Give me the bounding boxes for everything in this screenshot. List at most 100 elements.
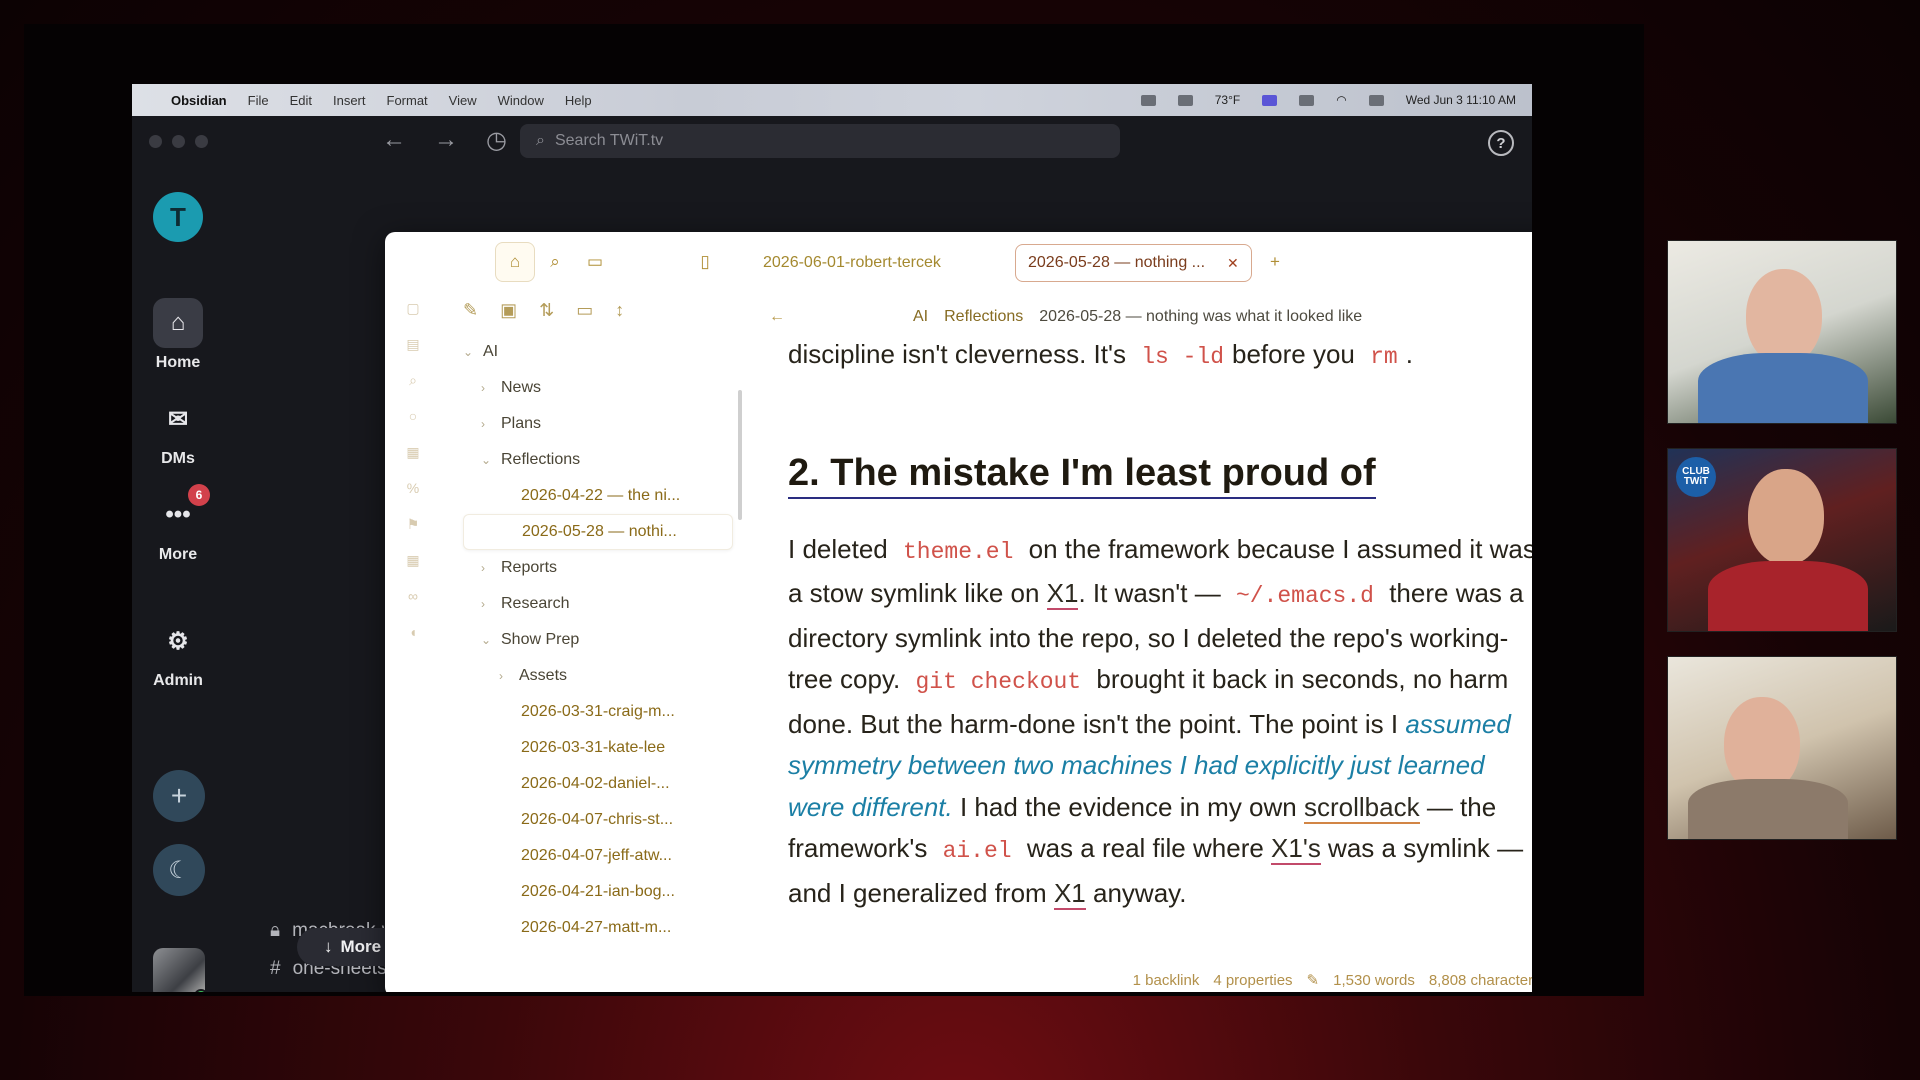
bookmark-tab-icon[interactable]: ▭ <box>575 242 615 282</box>
tree-folder-item[interactable]: › Assets <box>463 658 733 694</box>
zoom-window-button[interactable] <box>195 135 208 148</box>
chevron-down-icon[interactable]: ⌄ <box>481 633 501 647</box>
menu-file[interactable]: File <box>248 93 269 108</box>
chevron-down-icon[interactable]: ⌄ <box>481 453 501 467</box>
tree-folder-item[interactable]: ⌄ Reflections <box>463 442 733 478</box>
menu-help[interactable]: Help <box>565 93 592 108</box>
chevron-right-icon[interactable]: › <box>499 669 519 683</box>
tree-item-label: Reflections <box>501 451 581 468</box>
internal-link[interactable]: scrollback <box>1303 791 1420 824</box>
backlinks-count[interactable]: 1 backlink <box>1133 972 1200 989</box>
face-shape <box>1748 469 1824 565</box>
tree-folder-item[interactable]: › News <box>463 370 733 406</box>
percent-icon[interactable]: % <box>403 480 423 502</box>
sidebar-toggle-icon[interactable]: ▯ <box>685 242 725 282</box>
new-note-icon[interactable]: ✎ <box>463 300 478 321</box>
chevron-right-icon[interactable]: › <box>481 381 501 395</box>
chat-icon[interactable]: ○ <box>403 408 423 430</box>
chevron-right-icon[interactable]: › <box>481 561 501 575</box>
screen-mirror-icon[interactable] <box>1262 94 1278 106</box>
clock-datetime[interactable]: Wed Jun 3 11:10 AM <box>1406 93 1516 107</box>
menu-app-name[interactable]: Obsidian <box>171 93 227 108</box>
back-arrow-icon[interactable]: ← <box>769 308 785 326</box>
close-icon[interactable]: ✕ <box>1227 255 1239 272</box>
menu-view[interactable]: View <box>449 93 477 108</box>
tab-robert-tercek[interactable]: 2026-06-01-robert-tercek <box>763 244 941 282</box>
add-workspace-button[interactable]: + <box>153 770 205 822</box>
tree-file-item[interactable]: 2026-03-31-craig-m... <box>463 694 733 730</box>
cards-icon[interactable]: ▤ <box>403 336 423 358</box>
tree-file-item[interactable]: 2026-04-02-daniel-... <box>463 766 733 802</box>
twit-logo[interactable]: T <box>153 192 203 242</box>
chevron-down-icon[interactable]: ⌄ <box>1525 242 1532 282</box>
tree-folder-item[interactable]: ⌄ AI <box>463 334 733 370</box>
minimize-window-button[interactable] <box>172 135 185 148</box>
internal-link[interactable]: X1 <box>1046 578 1079 610</box>
close-window-button[interactable] <box>149 135 162 148</box>
user-avatar[interactable] <box>153 948 208 992</box>
note-content[interactable]: discipline isn't cleverness. It's ls -ld… <box>788 334 1532 914</box>
tree-folder-item[interactable]: › Research <box>463 586 733 622</box>
tree-item-label: 2026-04-07-chris-st... <box>521 811 674 828</box>
rail-more[interactable]: ••• 6 More <box>132 484 224 564</box>
properties-count[interactable]: 4 properties <box>1213 972 1292 989</box>
tree-file-item[interactable]: 2026-04-07-jeff-atw... <box>463 838 733 874</box>
tree-file-item[interactable]: 2026-05-28 — nothi... <box>463 514 733 550</box>
mic-icon[interactable]: ◖ <box>403 624 423 646</box>
expand-icon[interactable]: ↕ <box>615 300 624 321</box>
explorer-scrollbar[interactable] <box>738 390 742 520</box>
window-icon[interactable] <box>1177 94 1193 106</box>
menu-window[interactable]: Window <box>498 93 544 108</box>
breadcrumb-current[interactable]: 2026-05-28 — nothing was what it looked … <box>1039 308 1362 326</box>
menu-edit[interactable]: Edit <box>290 93 312 108</box>
internal-link[interactable]: X1 <box>1053 877 1086 910</box>
tree-file-item[interactable]: 2026-04-07-chris-st... <box>463 802 733 838</box>
search-icon[interactable]: ⌕ <box>403 372 423 394</box>
help-icon[interactable]: ? <box>1488 130 1514 156</box>
link-icon[interactable]: ∞ <box>403 588 423 610</box>
battery-icon[interactable] <box>1299 94 1315 106</box>
home-tab-icon[interactable]: ⌂ <box>495 242 535 282</box>
search-input[interactable]: ⌕ Search TWiT.tv <box>520 124 1120 158</box>
file-icon[interactable]: ▢ <box>403 300 423 322</box>
menu-insert[interactable]: Insert <box>333 93 366 108</box>
tree-folder-item[interactable]: ⌄ Show Prep <box>463 622 733 658</box>
tree-folder-item[interactable]: › Plans <box>463 406 733 442</box>
sort-icon[interactable]: ⇅ <box>539 300 554 321</box>
chevron-down-icon[interactable]: ⌄ <box>463 345 483 359</box>
tree-file-item[interactable]: 2026-04-27-matt-m... <box>463 910 733 946</box>
chevron-right-icon[interactable]: › <box>481 597 501 611</box>
search-tab-icon[interactable]: ⌕ <box>535 242 575 282</box>
new-folder-icon[interactable]: ▣ <box>500 300 517 321</box>
back-arrow-icon[interactable]: ← <box>382 126 406 155</box>
rail-dms[interactable]: ✉ DMs <box>132 394 224 468</box>
breadcrumb-item[interactable]: Reflections <box>944 308 1023 326</box>
tree-folder-item[interactable]: › Reports <box>463 550 733 586</box>
flag-icon[interactable]: ⚑ <box>403 516 423 538</box>
edit-pencil-icon[interactable]: ✎ <box>1307 971 1320 989</box>
tree-file-item[interactable]: 2026-03-31-kate-lee <box>463 730 733 766</box>
weather-temp[interactable]: 73°F <box>1215 93 1240 107</box>
wifi-icon[interactable]: ◠ <box>1336 93 1346 107</box>
menu-format[interactable]: Format <box>387 93 428 108</box>
grid-icon[interactable]: ▦ <box>403 552 423 574</box>
text: . It wasn't — <box>1078 578 1221 608</box>
history-clock-icon[interactable]: ◷ <box>486 126 507 155</box>
tree-file-item[interactable]: 2026-04-22 — the ni... <box>463 478 733 514</box>
internal-link[interactable]: X1's <box>1271 833 1321 865</box>
rail-home[interactable]: ⌂ Home <box>132 298 224 372</box>
text: . <box>1405 339 1413 369</box>
rail-admin[interactable]: ⚙ Admin <box>132 616 224 690</box>
breadcrumb-item[interactable]: AI <box>913 308 928 326</box>
tab-nothing-was[interactable]: 2026-05-28 — nothing ... ✕ <box>1015 244 1252 282</box>
control-center-icon[interactable] <box>1368 94 1384 106</box>
collapse-icon[interactable]: ▭ <box>576 300 593 321</box>
dark-mode-toggle[interactable]: ☾ <box>153 844 205 896</box>
chevron-right-icon[interactable]: › <box>481 417 501 431</box>
tree-file-item[interactable]: 2026-04-21-ian-bog... <box>463 874 733 910</box>
tree-item-label: 2026-03-31-craig-m... <box>521 703 675 720</box>
shield-icon[interactable] <box>1140 94 1156 106</box>
new-tab-icon[interactable]: + <box>1255 242 1295 282</box>
forward-arrow-icon[interactable]: → <box>434 126 458 155</box>
table-icon[interactable]: ▦ <box>403 444 423 466</box>
